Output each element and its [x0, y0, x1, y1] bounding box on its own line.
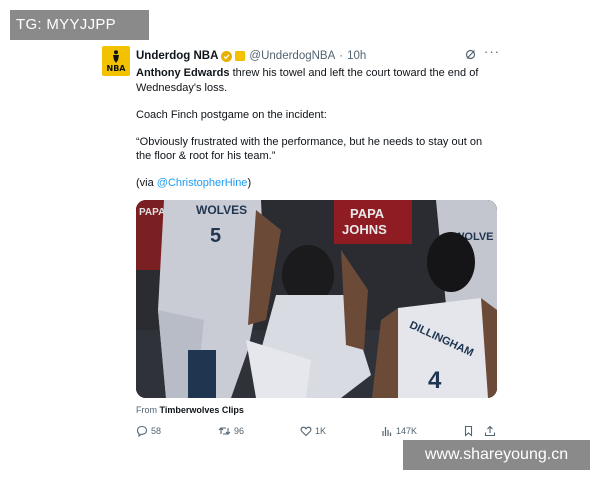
separator-dot: · [339, 50, 344, 62]
banner-text-line1: PAPA [350, 206, 385, 221]
media-scene: PAPA JOHNS PAPA WOLVES 5 WOLVE DILLINGHA… [136, 200, 497, 398]
tweet-time[interactable]: 10h [347, 50, 366, 62]
avatar-label: NBA [106, 64, 126, 73]
jersey-left-number: 5 [210, 225, 221, 247]
reply-button[interactable]: 58 [136, 425, 161, 437]
jersey-left-text: WOLVES [196, 203, 247, 217]
verified-badge-icon [221, 50, 233, 62]
quote-line-1: “Obviously frustrated with the performan… [136, 135, 483, 148]
affiliate-icon [235, 51, 246, 61]
media-source-link[interactable]: Timberwolves Clips [160, 405, 244, 415]
views-button[interactable]: 147K [381, 425, 417, 437]
like-icon [300, 426, 312, 437]
more-icon[interactable]: ··· [484, 44, 500, 59]
banner-text-line2: JOHNS [342, 222, 387, 237]
like-button[interactable]: 1K [300, 425, 326, 437]
jersey-right-number: 4 [428, 367, 442, 394]
player-name: Anthony Edwards [136, 67, 230, 79]
views-icon [382, 427, 392, 436]
tweet-line-2: Wednesday's loss. [136, 81, 228, 94]
account-handle[interactable]: @UnderdogNBA [249, 50, 335, 62]
like-count: 1K [315, 426, 327, 436]
share-icon [484, 425, 496, 437]
action-bar: 58 96 1K 147K [0, 425, 600, 439]
watermark-top: TG: MYYJJPP [10, 10, 149, 40]
via-prefix: (via [136, 177, 157, 189]
reply-icon [136, 425, 148, 437]
bookmark-button[interactable] [463, 425, 474, 437]
share-button[interactable] [484, 425, 496, 437]
avatar[interactable]: NBA [102, 46, 130, 76]
repost-button[interactable]: 96 [218, 425, 244, 437]
nba-logo-icon [113, 50, 119, 63]
tweet-media-image[interactable]: PAPA JOHNS PAPA WOLVES 5 WOLVE DILLINGHA… [136, 200, 497, 398]
reply-count: 58 [151, 426, 162, 436]
bookmark-icon [464, 425, 473, 437]
quote-line-2: the floor & root for his team.” [136, 150, 276, 162]
via-line: (via @ChristopherHine) [136, 176, 496, 191]
tweet-line-1-rest: threw his towel and left the court towar… [229, 67, 479, 79]
repost-icon [218, 427, 231, 435]
grok-icon[interactable] [465, 49, 476, 60]
media-source-prefix: From [136, 405, 160, 415]
tweet-text: Anthony Edwards threw his towel and left… [136, 66, 496, 191]
views-count: 147K [396, 426, 418, 436]
via-suffix: ) [247, 177, 252, 189]
media-source: From Timberwolves Clips [136, 405, 244, 415]
repost-count: 96 [234, 426, 245, 436]
banner-left-text: PAPA [139, 207, 165, 218]
tweet-line-1: Anthony Edwards threw his towel and left… [136, 66, 496, 81]
tweet-paragraph-2: Coach Finch postgame on the incident: [136, 108, 327, 121]
account-name[interactable]: Underdog NBA [136, 50, 218, 62]
watermark-bottom: www.shareyoung.cn [403, 440, 590, 470]
via-handle-link[interactable]: @ChristopherHine [157, 177, 248, 189]
tweet-header: Underdog NBA @UnderdogNBA · 10h [136, 48, 366, 64]
